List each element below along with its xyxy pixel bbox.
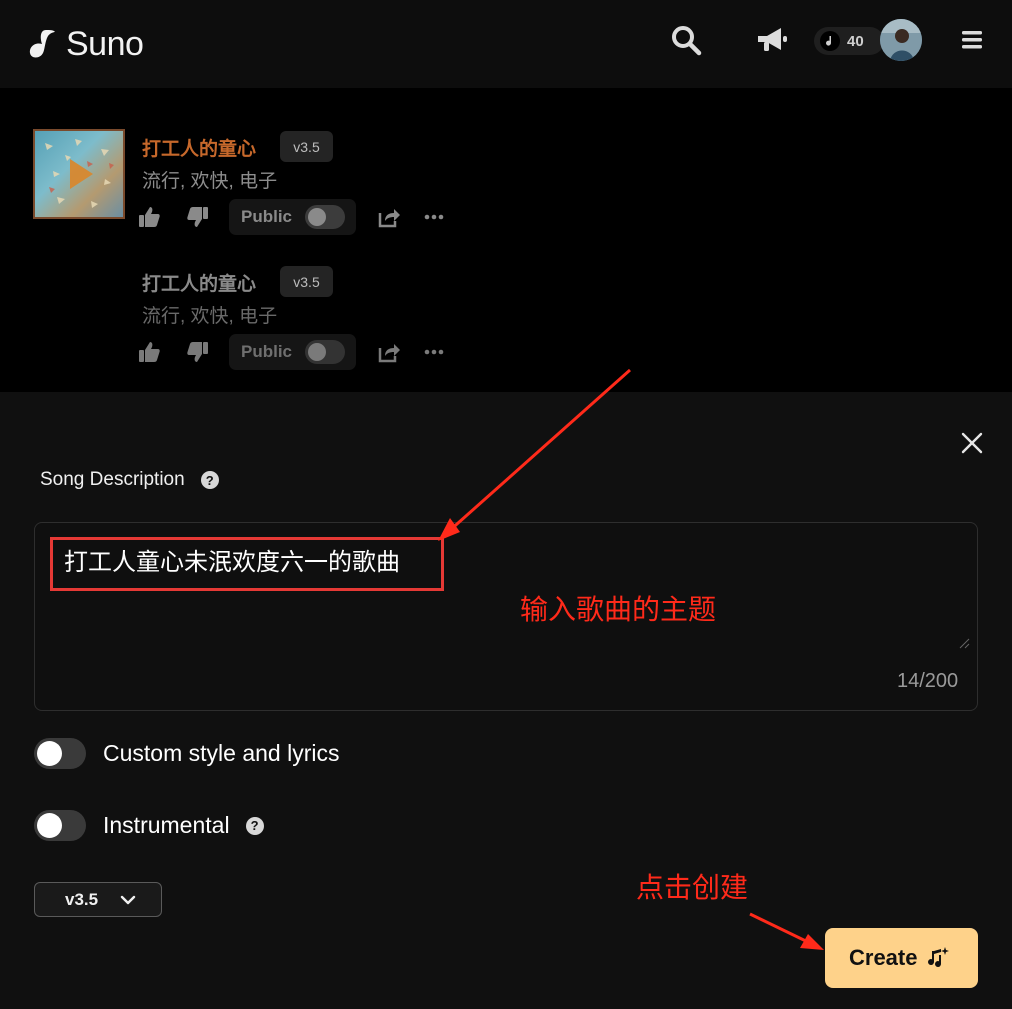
credits-count: 40	[847, 32, 864, 50]
more-options-icon[interactable]	[420, 203, 448, 231]
custom-mode-row[interactable]: Custom style and lyrics	[34, 738, 339, 769]
annotation-highlight-box	[50, 537, 444, 591]
song-title[interactable]: 打工人的童心	[142, 134, 256, 161]
version-badge: v3.5	[280, 266, 333, 297]
close-icon[interactable]	[959, 430, 985, 456]
resize-handle-icon[interactable]	[958, 636, 970, 649]
create-label: Create	[849, 945, 918, 970]
thumbs-down-icon[interactable]	[184, 338, 212, 366]
thumbs-up-icon[interactable]	[135, 203, 163, 231]
custom-mode-label: Custom style and lyrics	[103, 740, 340, 766]
suno-logo-icon	[29, 30, 55, 58]
toggle-knob	[308, 343, 326, 361]
credits-badge[interactable]: 40	[814, 27, 884, 55]
top-nav: Suno 40	[0, 0, 1012, 88]
song-cover[interactable]	[33, 129, 125, 219]
song-title[interactable]: 打工人的童心	[142, 269, 256, 296]
annotation-click-hint: 点击创建	[636, 872, 749, 903]
toggle-knob	[37, 741, 62, 766]
public-toggle-group[interactable]: Public	[229, 334, 356, 370]
public-toggle[interactable]	[305, 205, 345, 229]
annotation-input-hint: 输入歌曲的主题	[520, 594, 717, 625]
song-tags: 流行, 欢快, 电子	[142, 171, 278, 192]
megaphone-icon[interactable]	[754, 22, 790, 58]
play-icon[interactable]	[35, 131, 123, 217]
create-button[interactable]: Create	[825, 928, 978, 988]
public-toggle[interactable]	[305, 340, 345, 364]
public-toggle-group[interactable]: Public	[229, 199, 356, 235]
model-version-select[interactable]: v3.5	[34, 882, 162, 917]
thumbs-up-icon[interactable]	[135, 338, 163, 366]
avatar[interactable]	[880, 19, 922, 61]
music-sparkle-icon	[928, 947, 950, 968]
toggle-knob	[37, 813, 62, 838]
char-counter: 14/200	[897, 670, 959, 692]
share-icon[interactable]	[375, 338, 403, 366]
help-icon[interactable]: ?	[245, 816, 264, 835]
menu-icon[interactable]	[954, 22, 990, 58]
more-options-icon[interactable]	[420, 338, 448, 366]
instrumental-row[interactable]: Instrumental ?	[34, 810, 264, 841]
help-icon[interactable]: ?	[200, 471, 219, 489]
search-icon[interactable]	[668, 22, 704, 58]
chevron-down-icon	[120, 895, 136, 904]
public-label: Public	[241, 207, 293, 226]
instrumental-toggle[interactable]	[34, 810, 86, 841]
suno-logo[interactable]: Suno	[26, 22, 144, 66]
song-description-label: Song Description ?	[40, 469, 219, 491]
thumbs-down-icon[interactable]	[184, 203, 212, 231]
instrumental-label: Instrumental	[103, 812, 230, 838]
toggle-knob	[308, 208, 326, 226]
note-icon	[820, 31, 840, 51]
version-badge: v3.5	[280, 131, 333, 162]
model-version-value: v3.5	[65, 889, 99, 909]
song-tags: 流行, 欢快, 电子	[142, 306, 278, 327]
section-label-text: Song Description	[40, 469, 185, 490]
logo-text: Suno	[66, 24, 144, 63]
share-icon[interactable]	[375, 203, 403, 231]
public-label: Public	[241, 342, 293, 361]
custom-mode-toggle[interactable]	[34, 738, 86, 769]
